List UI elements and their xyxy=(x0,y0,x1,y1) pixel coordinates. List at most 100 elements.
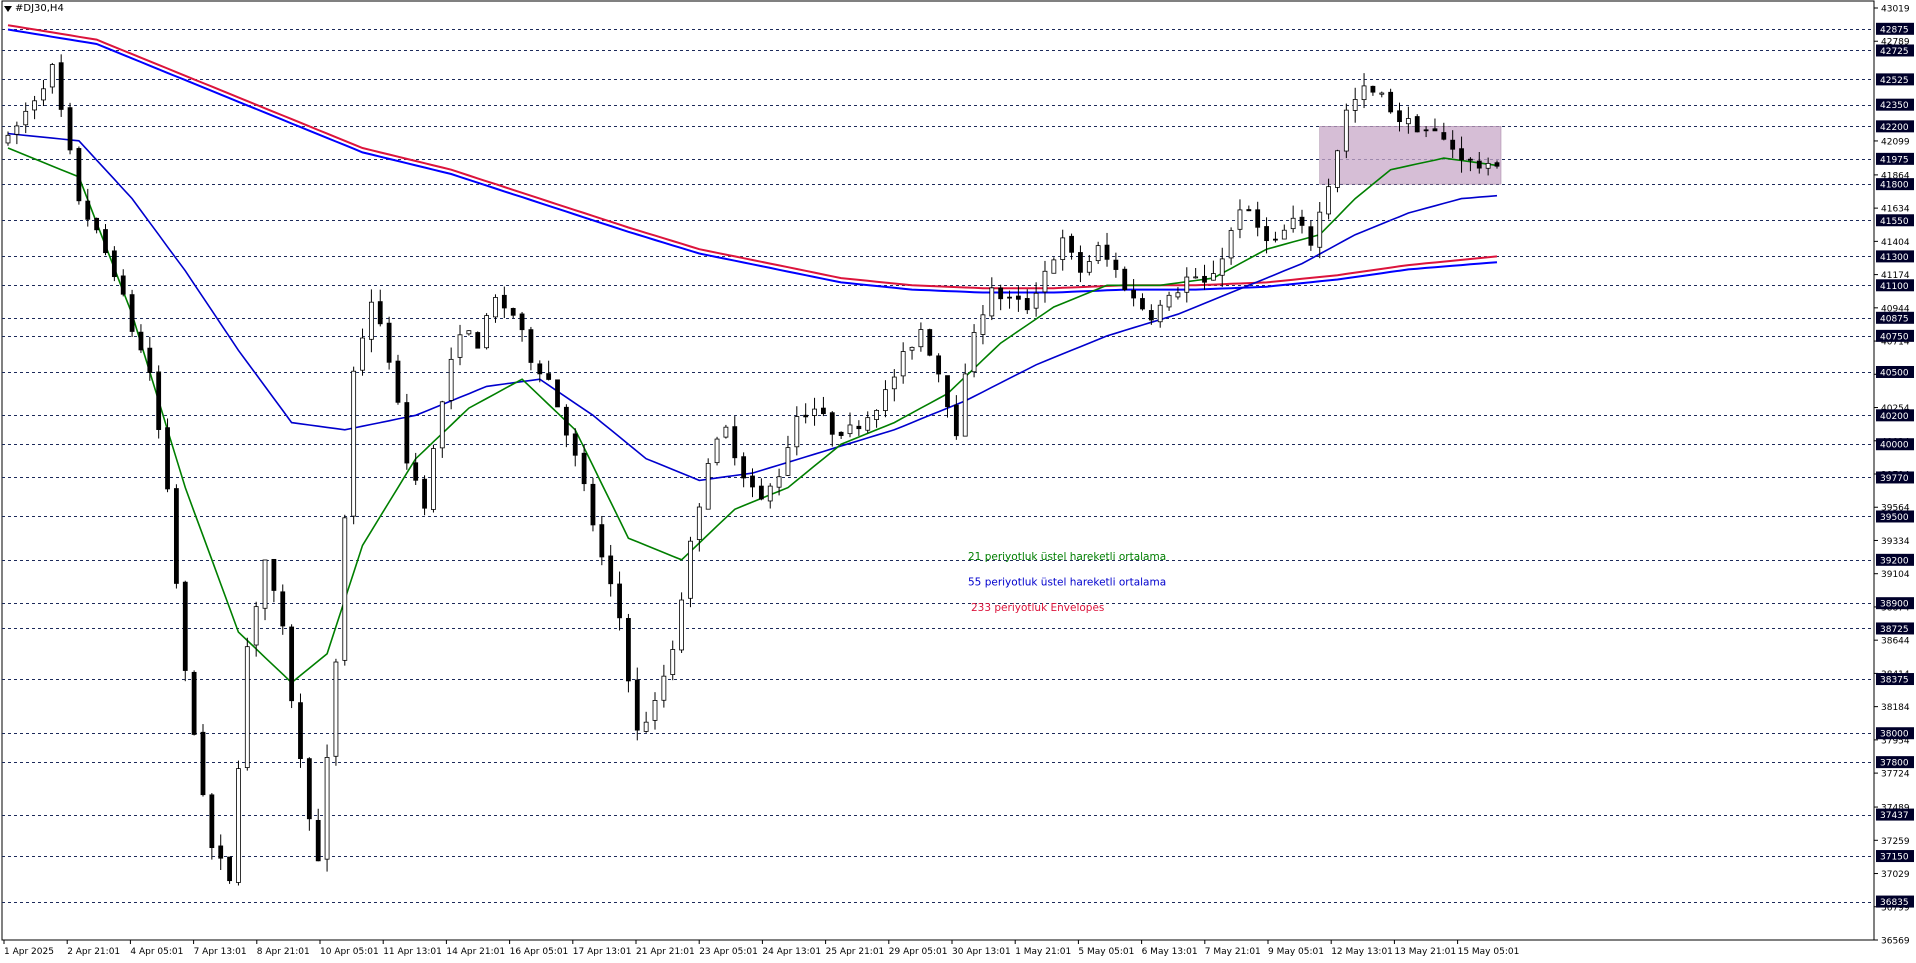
candle-body xyxy=(165,427,170,490)
candle-body xyxy=(404,402,410,464)
envelope-lines xyxy=(7,24,1498,294)
level-label: 40200 xyxy=(1880,412,1909,422)
candle-body xyxy=(395,360,401,403)
legend: 21 periyotluk üstel hareketli ortalama 55… xyxy=(968,551,1166,614)
level-label: 38375 xyxy=(1880,676,1909,686)
candle-body xyxy=(1432,128,1438,132)
candle-body xyxy=(182,581,188,671)
candle-body xyxy=(1051,259,1057,274)
candle-body xyxy=(1069,235,1074,253)
candle-body xyxy=(661,675,667,701)
candle-body xyxy=(236,768,241,883)
candle-body xyxy=(209,794,215,849)
x-tick-label: 10 Apr 05:01 xyxy=(320,947,379,957)
candle-body xyxy=(741,456,747,479)
candle-body xyxy=(351,370,357,517)
candle-body xyxy=(413,462,419,481)
candle-body xyxy=(475,332,481,349)
level-label: 42875 xyxy=(1880,25,1909,35)
level-label: 41100 xyxy=(1880,282,1909,292)
candle-body xyxy=(271,558,277,591)
candle-body xyxy=(457,334,463,358)
candle-body xyxy=(1273,238,1278,241)
x-tick-label: 4 Apr 05:01 xyxy=(130,947,183,957)
candle-body xyxy=(528,329,534,363)
candle-body xyxy=(103,229,108,254)
candle-body xyxy=(218,845,224,859)
candle-body xyxy=(1060,237,1066,260)
y-tick-label: 37029 xyxy=(1881,870,1910,880)
candle-body xyxy=(1255,209,1261,228)
level-label: 42725 xyxy=(1880,47,1909,57)
level-label: 40500 xyxy=(1880,368,1909,378)
candle-body xyxy=(980,314,986,335)
envelope-lower-line xyxy=(7,28,1498,294)
candle-body xyxy=(1246,209,1252,212)
level-label: 42525 xyxy=(1880,76,1909,86)
x-tick-label: 2 Apr 21:01 xyxy=(67,947,120,957)
candle-body xyxy=(1379,92,1385,95)
candle-body xyxy=(129,294,135,332)
candle-body xyxy=(838,431,844,436)
level-label: 37150 xyxy=(1880,853,1909,863)
candle-body xyxy=(563,406,569,436)
level-label: 41975 xyxy=(1880,155,1909,165)
candle-body xyxy=(1450,139,1456,150)
candle-body xyxy=(1459,148,1464,161)
y-tick-label: 43019 xyxy=(1881,5,1910,15)
candle-body xyxy=(244,646,250,768)
candle-body xyxy=(1033,292,1039,309)
candle-body xyxy=(41,88,46,101)
x-tick-label: 30 Apr 13:01 xyxy=(952,947,1011,957)
candle-body xyxy=(679,599,684,651)
candle-body xyxy=(1202,275,1207,283)
candle-body xyxy=(85,200,91,220)
ema-lines xyxy=(7,132,1498,684)
x-tick-label: 6 May 13:01 xyxy=(1142,947,1198,957)
level-label: 42200 xyxy=(1880,123,1909,133)
candle-body xyxy=(32,100,37,111)
candle-body xyxy=(1397,110,1402,123)
candle-body xyxy=(1326,186,1332,215)
level-label: 37800 xyxy=(1880,759,1909,769)
candle-body xyxy=(758,485,764,500)
x-tick-label: 8 Apr 21:01 xyxy=(257,947,310,957)
x-tick-label: 29 Apr 05:01 xyxy=(889,947,948,957)
candle-body xyxy=(1317,211,1323,248)
candle-body xyxy=(519,313,525,331)
candle-body xyxy=(510,308,516,316)
ema55-line xyxy=(7,132,1498,482)
y-tick-label: 41634 xyxy=(1881,205,1910,215)
candle-body xyxy=(94,217,100,231)
candle-body xyxy=(812,408,817,416)
candle-body xyxy=(368,301,374,340)
level-label: 39770 xyxy=(1880,474,1909,484)
candle-body xyxy=(1175,292,1181,298)
candle-body xyxy=(173,488,179,584)
candle-body xyxy=(1476,160,1482,169)
candle-body xyxy=(537,363,543,375)
candle-body xyxy=(776,476,782,488)
level-label: 41550 xyxy=(1880,217,1909,227)
candle-body xyxy=(1113,259,1119,270)
candle-body xyxy=(147,347,153,373)
level-label: 40875 xyxy=(1880,314,1909,324)
x-tick-label: 7 May 21:01 xyxy=(1205,947,1261,957)
candle-body xyxy=(1131,290,1137,299)
x-tick-label: 12 May 13:01 xyxy=(1331,947,1393,957)
candle-body xyxy=(280,591,286,627)
candle-body xyxy=(67,107,73,151)
candle-body xyxy=(501,294,507,309)
candle-body xyxy=(962,373,968,437)
candle-body xyxy=(900,351,906,377)
x-tick-label: 1 May 21:01 xyxy=(1015,947,1071,957)
candle-body xyxy=(262,559,268,609)
candle-body xyxy=(1290,217,1296,230)
candle-body xyxy=(1086,261,1092,273)
candle-body xyxy=(847,424,853,435)
candle-body xyxy=(909,346,915,351)
candle-body xyxy=(76,148,82,202)
candle-body xyxy=(1308,226,1314,246)
candle-body xyxy=(1095,245,1101,262)
candle-body xyxy=(1042,270,1048,293)
